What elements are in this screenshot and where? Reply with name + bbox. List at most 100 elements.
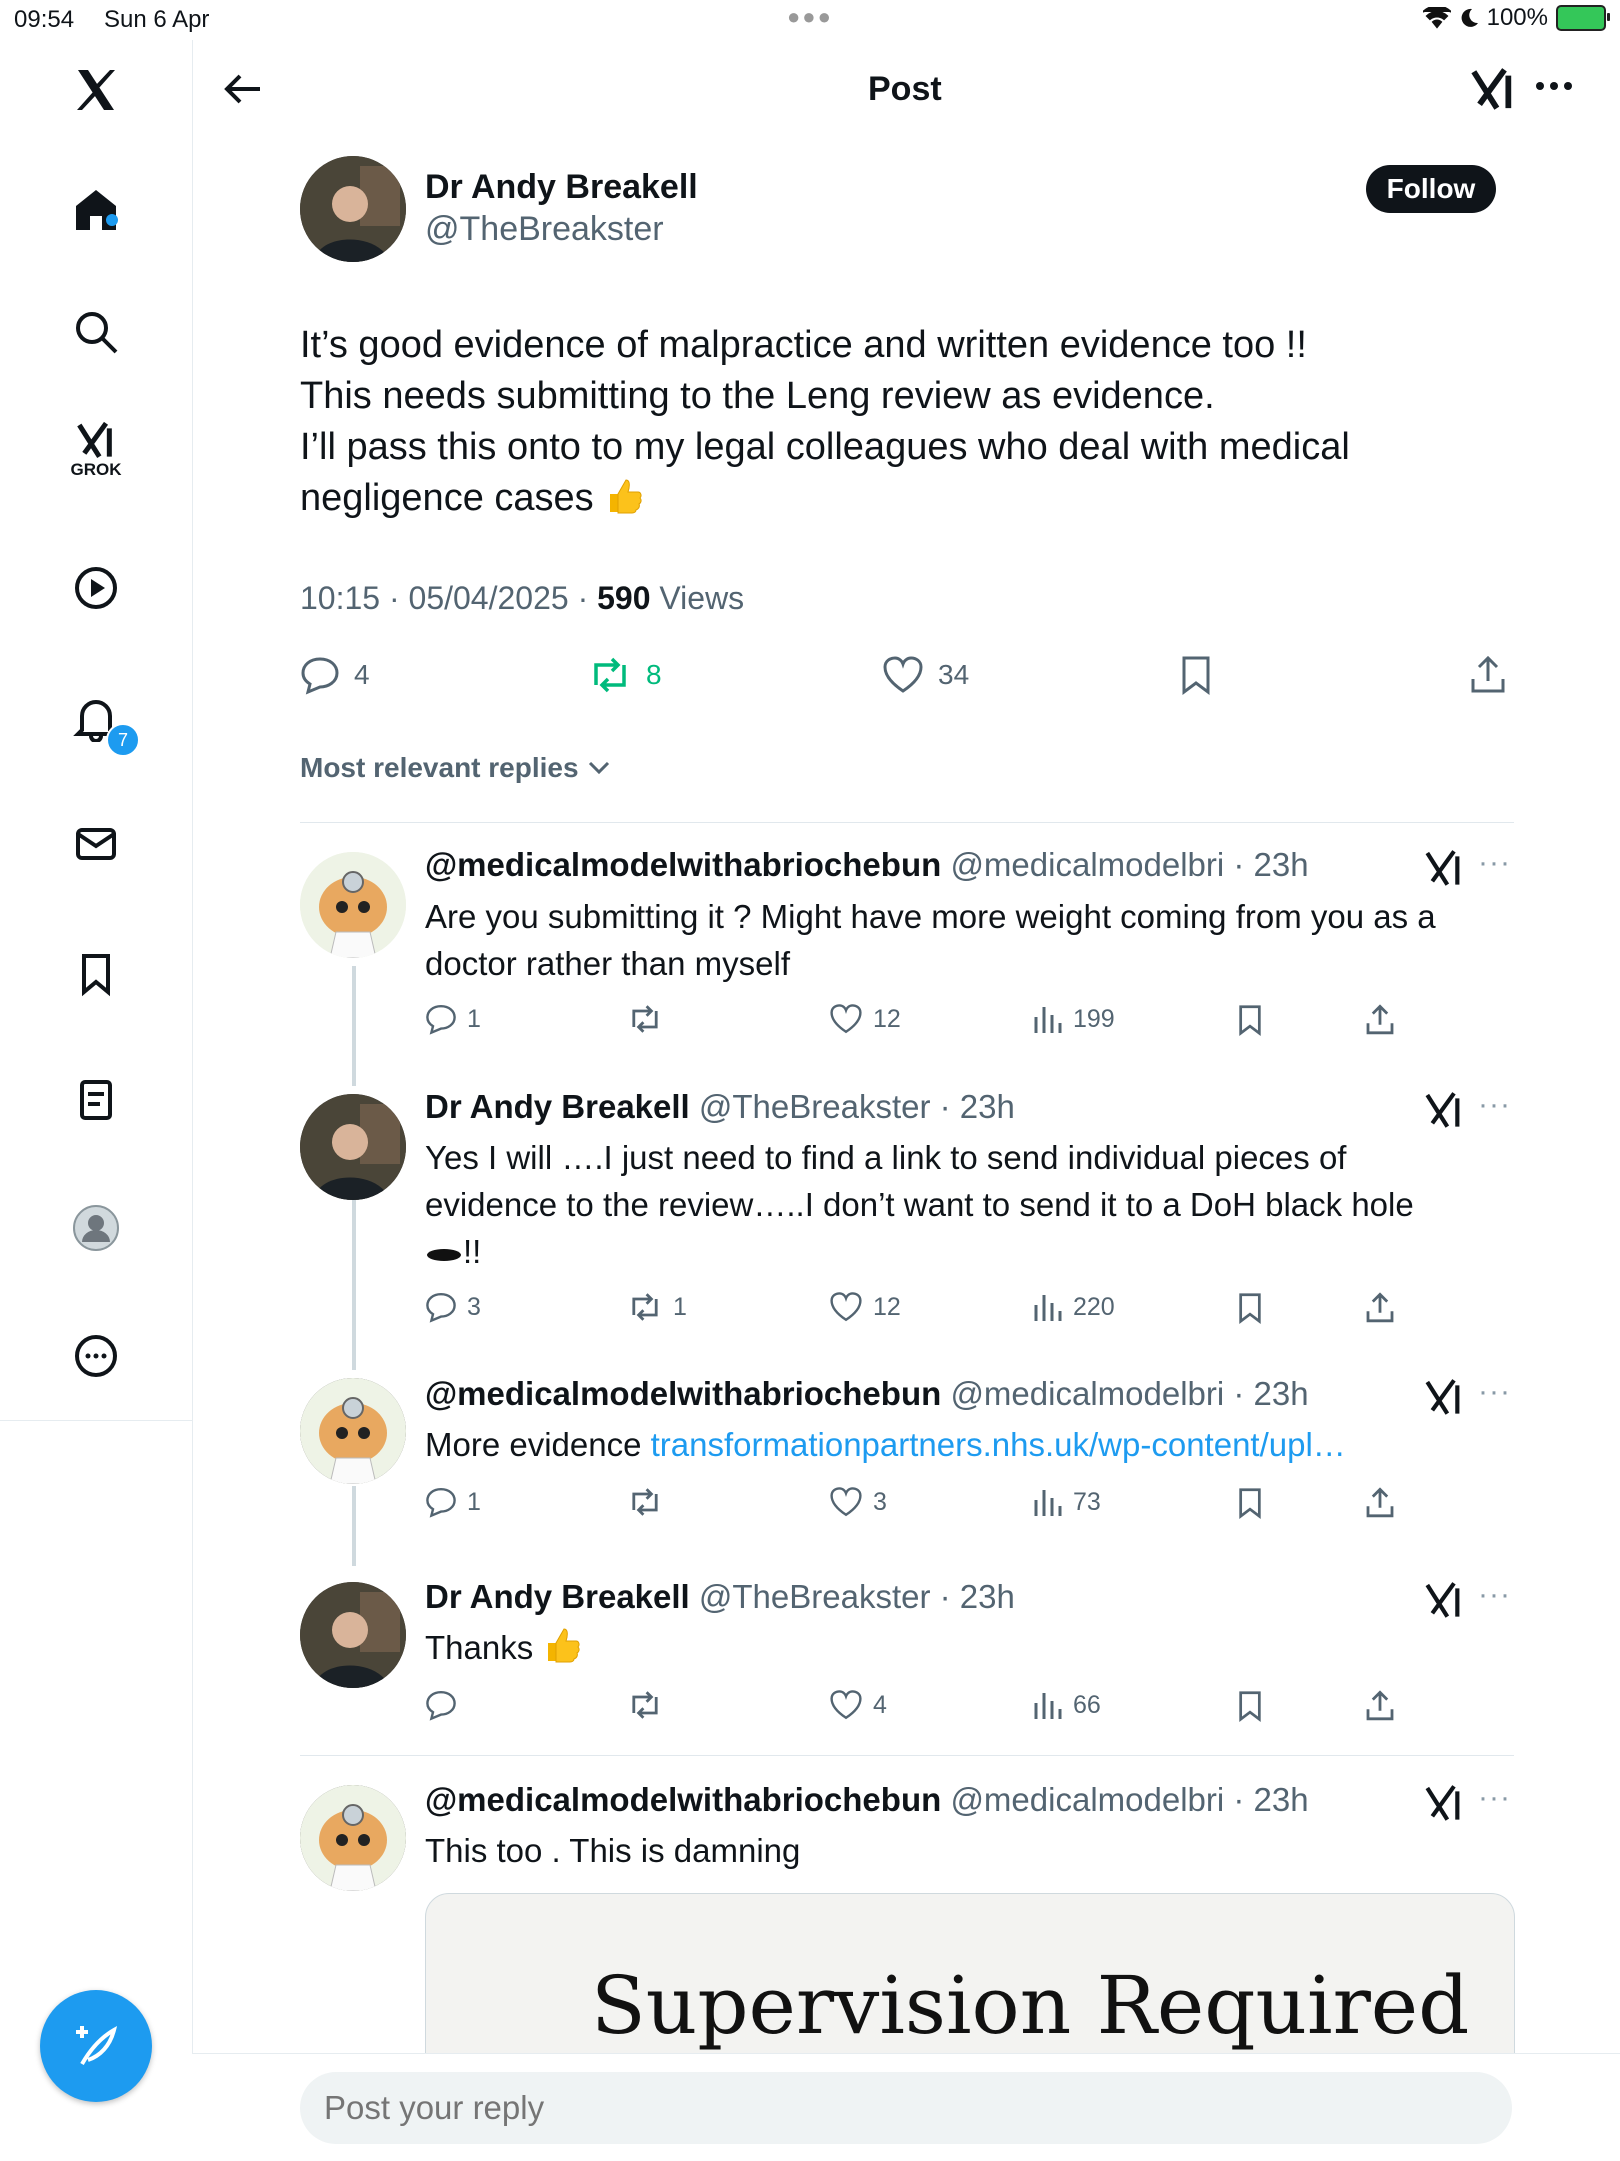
home-icon[interactable]: [66, 180, 126, 240]
reply-repost-action[interactable]: 1: [627, 1291, 687, 1323]
hole-emoji-icon: [427, 1249, 461, 1261]
grok-icon[interactable]: [1424, 1377, 1464, 1417]
chevron-down-icon: [588, 761, 609, 775]
like-action[interactable]: 34: [882, 655, 969, 695]
divider: [300, 822, 1514, 823]
reply-icon: [301, 657, 339, 695]
reply-repost-action[interactable]: [627, 1003, 663, 1035]
like-count: 12: [873, 1004, 901, 1033]
video-icon[interactable]: [66, 558, 126, 618]
reply-author-handle[interactable]: @TheBreakster · 23h: [699, 1088, 1015, 1125]
repost-icon: [632, 1005, 658, 1033]
x-logo-icon[interactable]: [66, 60, 126, 120]
grok-icon[interactable]: [1424, 848, 1464, 888]
author-avatar[interactable]: [300, 156, 406, 262]
reply-author-name[interactable]: @medicalmodelwithabriochebun: [425, 1781, 941, 1818]
share-icon[interactable]: [1364, 1003, 1396, 1037]
search-icon[interactable]: [66, 302, 126, 362]
reply-views-action[interactable]: 73: [1033, 1486, 1101, 1518]
reply-action[interactable]: 4: [300, 655, 370, 695]
reply-text-line: evidence to the review…..I don’t want to…: [425, 1186, 1414, 1223]
reply-avatar[interactable]: [300, 1785, 406, 1891]
more-icon[interactable]: [66, 1326, 126, 1386]
share-icon[interactable]: [1364, 1291, 1396, 1325]
reply-like-action[interactable]: 3: [829, 1486, 887, 1518]
reply-more-icon[interactable]: ···: [1478, 846, 1511, 880]
share-icon[interactable]: [1364, 1486, 1396, 1520]
reply-text: This too . This is damning: [425, 1827, 1485, 1874]
reply-link[interactable]: transformationpartners.nhs.uk/wp-content…: [651, 1426, 1346, 1463]
reply-avatar[interactable]: [300, 852, 406, 958]
bookmark-icon[interactable]: [1236, 1689, 1264, 1723]
share-action[interactable]: [1468, 655, 1508, 695]
reply-views-action[interactable]: 199: [1033, 1003, 1115, 1035]
reply-author-handle[interactable]: @medicalmodelbri · 23h: [950, 1781, 1308, 1818]
repost-icon: [632, 1691, 658, 1719]
reply-sort-dropdown[interactable]: Most relevant replies: [300, 752, 611, 784]
lists-icon[interactable]: [66, 1070, 126, 1130]
back-arrow-icon[interactable]: [222, 68, 264, 115]
reply-author-name[interactable]: @medicalmodelwithabriochebun: [425, 1375, 941, 1412]
repost-action[interactable]: 8: [588, 655, 662, 695]
page-title: Post: [868, 70, 942, 108]
grok-header-icon[interactable]: [1470, 66, 1516, 117]
reply-views-action[interactable]: 220: [1033, 1291, 1115, 1323]
bookmark-icon[interactable]: [1236, 1486, 1264, 1520]
reply-author-name[interactable]: @medicalmodelwithabriochebun: [425, 846, 941, 883]
reply-views-action[interactable]: 66: [1033, 1689, 1101, 1721]
post-text-line: It’s good evidence of malpractice and wr…: [300, 324, 1307, 366]
messages-icon[interactable]: [66, 814, 126, 874]
reply-more-icon[interactable]: ···: [1478, 1375, 1511, 1409]
reply-author-name[interactable]: Dr Andy Breakell: [425, 1088, 690, 1125]
grok-label: GROK: [70, 460, 122, 479]
bookmark-icon[interactable]: [1236, 1291, 1264, 1325]
reply-input[interactable]: [300, 2072, 1512, 2144]
bookmark-action[interactable]: [1178, 655, 1214, 695]
reply-more-icon[interactable]: ···: [1478, 1781, 1511, 1815]
grok-icon[interactable]: [1424, 1090, 1464, 1130]
reply-author-handle[interactable]: @TheBreakster · 23h: [699, 1578, 1015, 1615]
author-name[interactable]: Dr Andy Breakell: [425, 168, 698, 207]
repost-count: 8: [646, 659, 662, 690]
reply-like-action[interactable]: 12: [829, 1003, 901, 1035]
grok-icon: [77, 421, 112, 459]
bookmarks-icon[interactable]: [66, 944, 126, 1004]
bookmark-icon[interactable]: [1236, 1003, 1264, 1037]
reply-avatar[interactable]: [300, 1582, 406, 1688]
grok-icon[interactable]: [1424, 1580, 1464, 1620]
reply-reply-action[interactable]: 1: [425, 1003, 481, 1035]
reply-count: 4: [354, 659, 370, 690]
more-options-icon[interactable]: [1534, 76, 1574, 101]
reply-avatar[interactable]: [300, 1094, 406, 1200]
reply-author-name[interactable]: Dr Andy Breakell: [425, 1578, 690, 1615]
reply-repost-action[interactable]: [627, 1689, 663, 1721]
reply-like-action[interactable]: 4: [829, 1689, 887, 1721]
media-title: Supervision Required: [591, 1959, 1470, 2052]
like-count: 34: [938, 659, 970, 690]
follow-button[interactable]: Follow: [1366, 165, 1496, 213]
author-handle[interactable]: @TheBreakster: [425, 210, 664, 249]
share-icon[interactable]: [1364, 1689, 1396, 1723]
reply-author-handle[interactable]: @medicalmodelbri · 23h: [950, 1375, 1308, 1412]
reply-author-handle[interactable]: @medicalmodelbri · 23h: [950, 846, 1308, 883]
grok-icon[interactable]: [1424, 1783, 1464, 1823]
heart-icon: [830, 1292, 862, 1322]
reply-more-icon[interactable]: ···: [1478, 1088, 1511, 1122]
views-chart-icon: [1034, 1295, 1062, 1321]
heart-icon: [830, 1690, 862, 1720]
views-count: 590: [597, 580, 651, 616]
reply-avatar[interactable]: [300, 1378, 406, 1484]
reply-reply-action[interactable]: [425, 1689, 457, 1721]
reply-more-icon[interactable]: ···: [1478, 1578, 1511, 1612]
grok-nav[interactable]: GROK: [66, 420, 126, 480]
reply-text-line: More evidence transformationpartners.nhs…: [425, 1426, 1346, 1463]
reply-repost-action[interactable]: [627, 1486, 663, 1518]
reply-reply-action[interactable]: 3: [425, 1291, 481, 1323]
multitasking-dots-icon[interactable]: ●●●: [787, 4, 833, 30]
compose-button[interactable]: [40, 1990, 152, 2102]
reply-like-action[interactable]: 12: [829, 1291, 901, 1323]
reply-reply-action[interactable]: 1: [425, 1486, 481, 1518]
profile-avatar-icon[interactable]: [66, 1198, 126, 1258]
like-count: 12: [873, 1292, 901, 1321]
post-text-line: I’ll pass this onto to my legal colleagu…: [300, 426, 1350, 468]
